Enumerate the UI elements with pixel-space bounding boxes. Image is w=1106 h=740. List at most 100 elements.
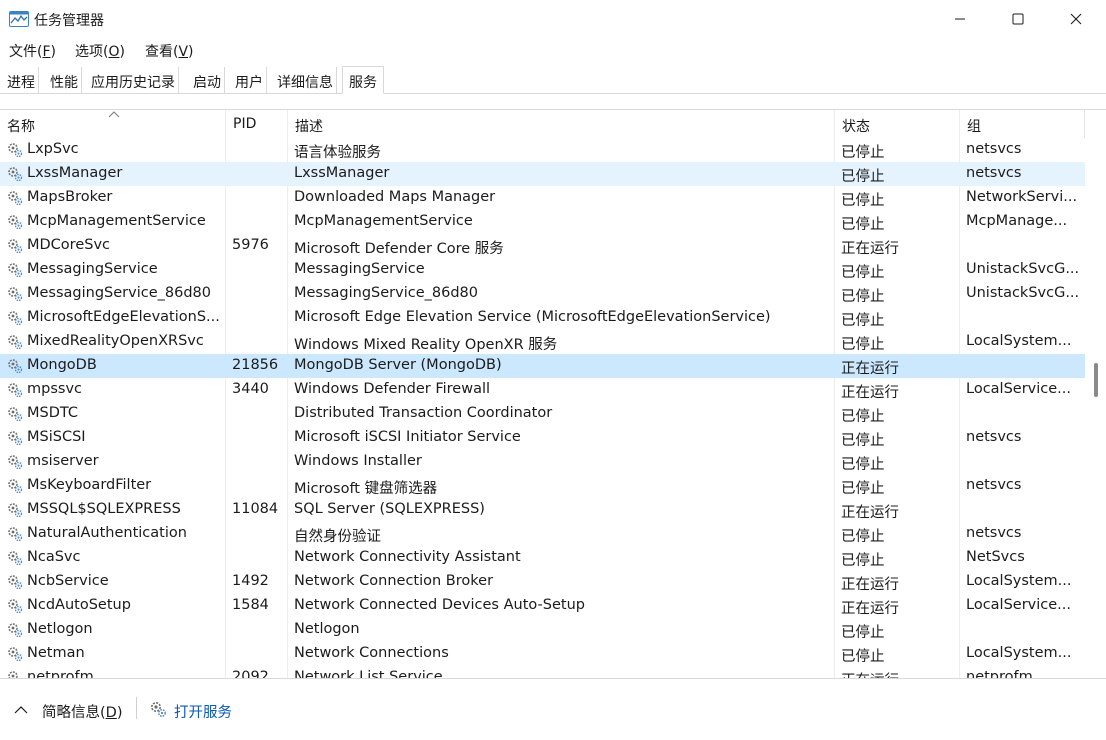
service-description: SQL Server (SQLEXPRESS) [294,501,485,517]
menu-options[interactable]: 选项(O) [75,41,125,61]
service-group: LocalService... [966,381,1071,397]
table-row[interactable]: Netlogon Netlogon 已停止 [0,618,1085,642]
service-description: Network List Service [294,669,443,678]
column-header-description[interactable]: 描述 [288,110,835,138]
service-description: Microsoft Edge Elevation Service (Micros… [294,309,771,325]
service-description: Microsoft 键盘筛选器 [294,481,438,497]
table-row[interactable]: msiserver Windows Installer 已停止 [0,450,1085,474]
footer-divider [136,697,137,719]
table-row[interactable]: MSDTC Distributed Transaction Coordinator… [0,402,1085,426]
table-row[interactable]: MapsBroker Downloaded Maps Manager 已停止 Netw… [0,186,1085,210]
table-row[interactable]: NcaSvc Network Connectivity Assistant 已停止 N… [0,546,1085,570]
table-row[interactable]: MsKeyboardFilter Microsoft 键盘筛选器 已停止 netsvc… [0,474,1085,498]
service-pid: 3440 [232,381,269,397]
service-description: Downloaded Maps Manager [294,189,496,205]
tab-services[interactable]: 服务 [342,66,384,94]
services-gear-icon[interactable] [148,699,168,719]
table-row[interactable]: mpssvc 3440 Windows Defender Firewall 正在运行 L… [0,378,1085,402]
service-pid [232,186,286,210]
service-pid [232,642,286,666]
menu-view[interactable]: 查看(V) [145,41,194,61]
tab-strip: 进程 性能 应用历史记录 启动 用户 详细信息 服务 [0,66,1106,94]
service-status: 已停止 [841,337,885,353]
scrollbar-thumb[interactable] [1094,363,1098,397]
title-bar: 任务管理器 [0,0,1106,38]
table-row[interactable]: LxssManager LxssManager 已停止 netsvcs [0,162,1085,186]
service-name: MessagingService_86d80 [27,285,211,301]
service-description: Network Connection Broker [294,573,494,589]
table-row[interactable]: MicrosoftEdgeElevationS... Microsoft Edge… [0,306,1085,330]
service-status: 已停止 [841,217,885,233]
service-gear-icon [6,237,24,255]
table-row[interactable]: MSSQL$SQLEXPRESS 11084 SQL Server (SQLEXPR… [0,498,1085,522]
service-name: MixedRealityOpenXRSvc [27,333,204,349]
fewer-details-accelerator: D [105,705,117,721]
service-description: Network Connected Devices Auto-Setup [294,597,585,613]
column-header-pid[interactable]: PID [226,110,288,138]
service-gear-icon [6,189,24,207]
close-button[interactable] [1048,0,1104,38]
service-pid [232,450,286,474]
table-row[interactable]: MongoDB 21856 MongoDB Server (MongoDB) 正在运行 [0,354,1085,378]
table-row[interactable]: MessagingService MessagingService 已停止 Unist… [0,258,1085,282]
service-status: 已停止 [841,649,885,665]
service-status: 已停止 [841,169,885,185]
tab-processes[interactable]: 进程 [4,67,39,94]
column-header-status[interactable]: 状态 [835,110,960,138]
table-row[interactable]: NaturalAuthentication 自然身份验证 已停止 netsvcs [0,522,1085,546]
menu-file[interactable]: 文件(F) [9,41,56,61]
service-status: 正在运行 [841,666,953,678]
table-row[interactable]: Netman Network Connections 已停止 LocalSystem.… [0,642,1085,666]
sort-ascending-icon [108,111,120,118]
table-row[interactable]: LxpSvc 语言体验服务 已停止 netsvcs [0,138,1085,162]
service-pid [232,402,286,426]
vertical-scrollbar[interactable] [1085,138,1106,678]
service-gear-icon [6,405,24,423]
menu-file-accelerator: F [42,44,51,60]
tab-users[interactable]: 用户 [232,67,267,94]
fewer-details-button[interactable]: 简略信息(D) [42,701,123,722]
service-group: netsvcs [966,141,1022,157]
service-status: 已停止 [841,457,885,473]
service-name: MicrosoftEdgeElevationS... [27,309,220,325]
chevron-up-icon[interactable] [14,705,28,715]
service-group [966,402,1083,426]
table-row[interactable]: McpManagementService McpManagementService… [0,210,1085,234]
window-title: 任务管理器 [34,13,104,29]
service-gear-icon [6,477,24,495]
tab-details[interactable]: 详细信息 [274,67,337,94]
tab-performance[interactable]: 性能 [47,67,82,94]
footer-bar: 简略信息(D) 打开服务 [0,678,1106,740]
service-name: LxpSvc [27,141,79,157]
menu-view-accelerator: V [178,44,189,60]
service-pid [232,522,286,546]
service-gear-icon [6,669,24,678]
table-row[interactable]: MSiSCSI Microsoft iSCSI Initiator Service… [0,426,1085,450]
service-description: Windows Installer [294,453,422,469]
service-gear-icon [6,309,24,327]
table-row[interactable]: NcdAutoSetup 1584 Network Connected Device… [0,594,1085,618]
service-pid [232,618,286,642]
maximize-button[interactable] [990,0,1046,38]
tab-app-history[interactable]: 应用历史记录 [88,67,179,94]
service-name: MessagingService [27,261,158,277]
service-pid [232,162,286,186]
table-row[interactable]: MDCoreSvc 5976 Microsoft Defender Core 服务 正… [0,234,1085,258]
service-gear-icon [6,501,24,519]
service-pid [232,258,286,282]
table-row[interactable]: MessagingService_86d80 MessagingService_8… [0,282,1085,306]
open-services-link[interactable]: 打开服务 [174,701,232,722]
task-manager-icon [9,11,29,27]
service-status: 已停止 [841,529,885,545]
column-header-name[interactable]: 名称 [0,110,226,138]
table-row[interactable]: NcbService 1492 Network Connection Broker 正… [0,570,1085,594]
service-group [966,450,1083,474]
tab-startup[interactable]: 启动 [190,67,225,94]
minimize-icon [955,18,965,20]
service-pid [232,474,286,498]
column-header-group[interactable]: 组 [960,110,1085,138]
service-description: 自然身份验证 [294,529,381,545]
table-row[interactable]: netprofm 2092 Network List Service 正在运行 netp… [0,666,1085,678]
table-row[interactable]: MixedRealityOpenXRSvc Windows Mixed Reali… [0,330,1085,354]
minimize-button[interactable] [932,0,988,38]
